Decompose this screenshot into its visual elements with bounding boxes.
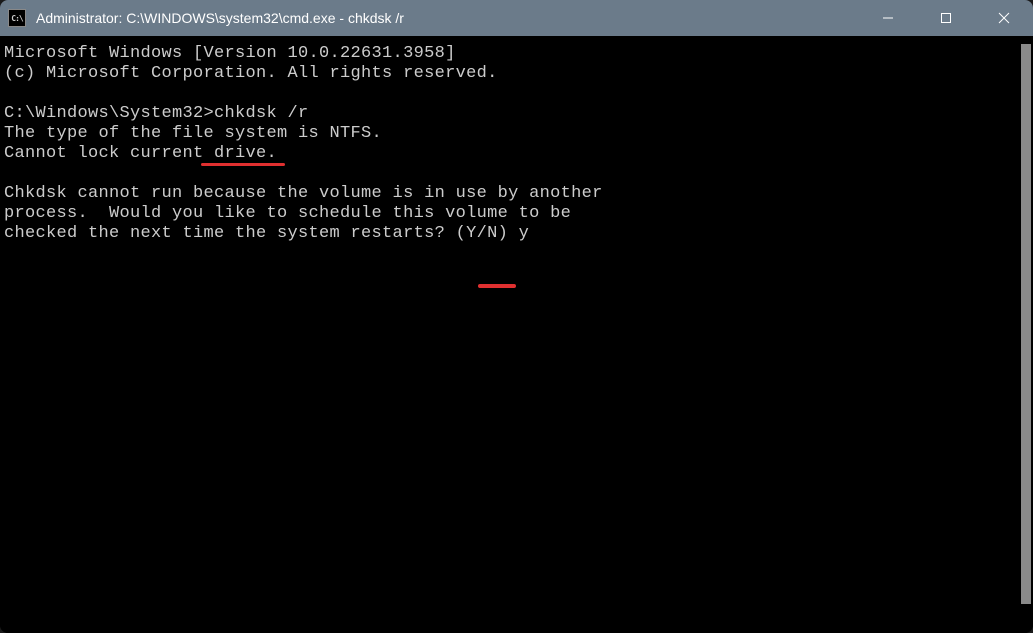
minimize-icon [882, 12, 894, 24]
user-input: y [519, 224, 530, 243]
annotation-underline [201, 163, 285, 166]
cmd-window: C:\ Administrator: C:\WINDOWS\system32\c… [0, 0, 1033, 633]
output-line: Cannot lock current drive. [4, 144, 277, 163]
output-line: Chkdsk cannot run because the volume is … [4, 184, 603, 203]
maximize-icon [940, 12, 952, 24]
window-title: Administrator: C:\WINDOWS\system32\cmd.e… [36, 10, 859, 26]
close-button[interactable] [975, 0, 1033, 36]
output-line: Microsoft Windows [Version 10.0.22631.39… [4, 44, 456, 63]
prompt-prefix: C:\Windows\System32> [4, 104, 214, 123]
close-icon [998, 12, 1010, 24]
maximize-button[interactable] [917, 0, 975, 36]
terminal-content: Microsoft Windows [Version 10.0.22631.39… [0, 36, 1033, 252]
cmd-icon: C:\ [8, 9, 26, 27]
titlebar[interactable]: C:\ Administrator: C:\WINDOWS\system32\c… [0, 0, 1033, 36]
annotation-underline [478, 284, 516, 288]
output-line: process. Would you like to schedule this… [4, 204, 571, 223]
terminal-body[interactable]: Microsoft Windows [Version 10.0.22631.39… [0, 36, 1033, 633]
minimize-button[interactable] [859, 0, 917, 36]
output-line: checked the next time the system restart… [4, 224, 519, 243]
window-controls [859, 0, 1033, 36]
output-line: (c) Microsoft Corporation. All rights re… [4, 64, 498, 83]
vertical-scrollbar[interactable] [1021, 44, 1031, 604]
output-line: The type of the file system is NTFS. [4, 124, 382, 143]
typed-command: chkdsk /r [214, 104, 309, 123]
